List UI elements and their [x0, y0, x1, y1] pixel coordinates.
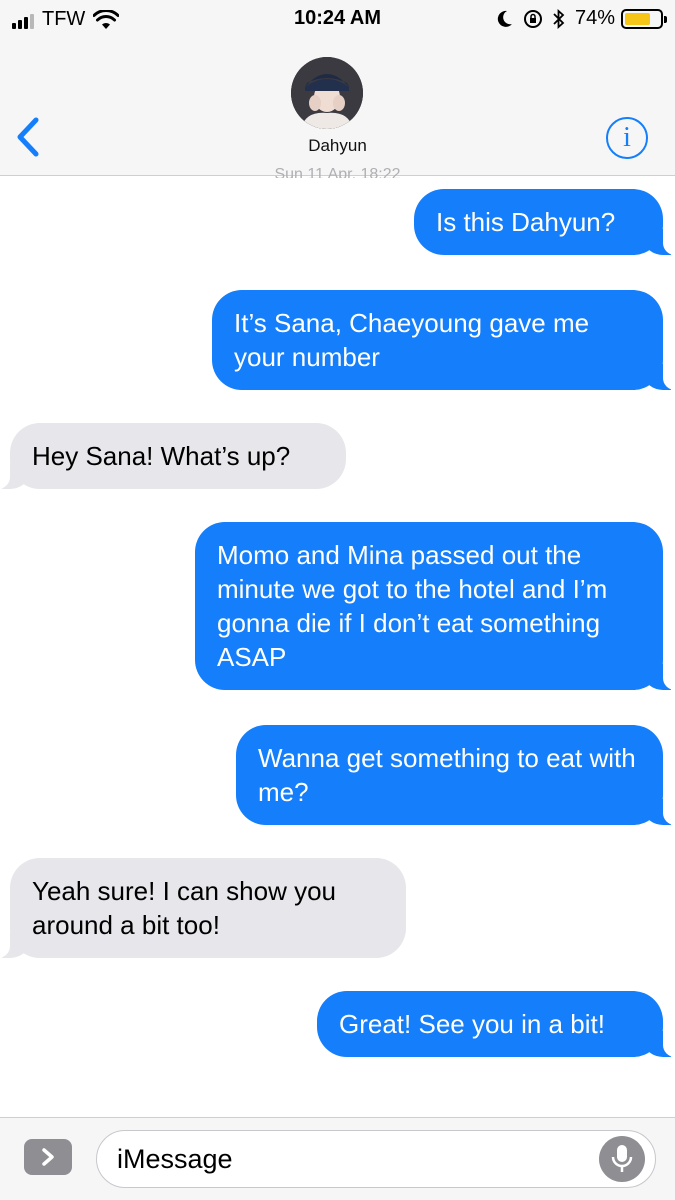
- rotation-lock-icon: [523, 9, 542, 28]
- outgoing-message[interactable]: Is this Dahyun?: [414, 189, 675, 255]
- app-drawer-button[interactable]: [24, 1139, 72, 1175]
- microphone-button[interactable]: [599, 1136, 645, 1182]
- microphone-icon: [611, 1145, 633, 1172]
- contact-name[interactable]: Dahyun: [0, 136, 675, 156]
- status-bar: TFW 10:24 AM 74%: [0, 0, 675, 38]
- message-thread[interactable]: Is this Dahyun? It’s Sana, Chaeyoung gav…: [0, 177, 675, 1117]
- outgoing-message[interactable]: Momo and Mina passed out the minute we g…: [195, 522, 675, 690]
- contact-avatar[interactable]: [291, 57, 363, 129]
- outgoing-message[interactable]: Wanna get something to eat with me?: [236, 725, 675, 825]
- imessage-input[interactable]: [96, 1130, 656, 1188]
- navigation-header: TFW 10:24 AM 74% Dahyun i Sun 11 Apr, 18…: [0, 0, 675, 178]
- avatar-photo: [291, 57, 363, 129]
- battery-level-fill: [625, 12, 651, 25]
- status-right-group: 74%: [497, 7, 667, 30]
- incoming-message[interactable]: Hey Sana! What’s up?: [0, 423, 346, 489]
- incoming-message[interactable]: Yeah sure! I can show you around a bit t…: [0, 858, 406, 958]
- moon-icon: [497, 10, 512, 27]
- message-input-bar: [0, 1117, 675, 1200]
- info-icon[interactable]: i: [606, 117, 648, 159]
- bluetooth-icon: [553, 8, 565, 29]
- chevron-right-icon: [42, 1148, 54, 1166]
- outgoing-message[interactable]: It’s Sana, Chaeyoung gave me your number: [212, 290, 675, 390]
- battery-percent: 74%: [574, 7, 615, 29]
- outgoing-message[interactable]: Great! See you in a bit!: [317, 991, 675, 1057]
- battery-icon: [621, 8, 667, 29]
